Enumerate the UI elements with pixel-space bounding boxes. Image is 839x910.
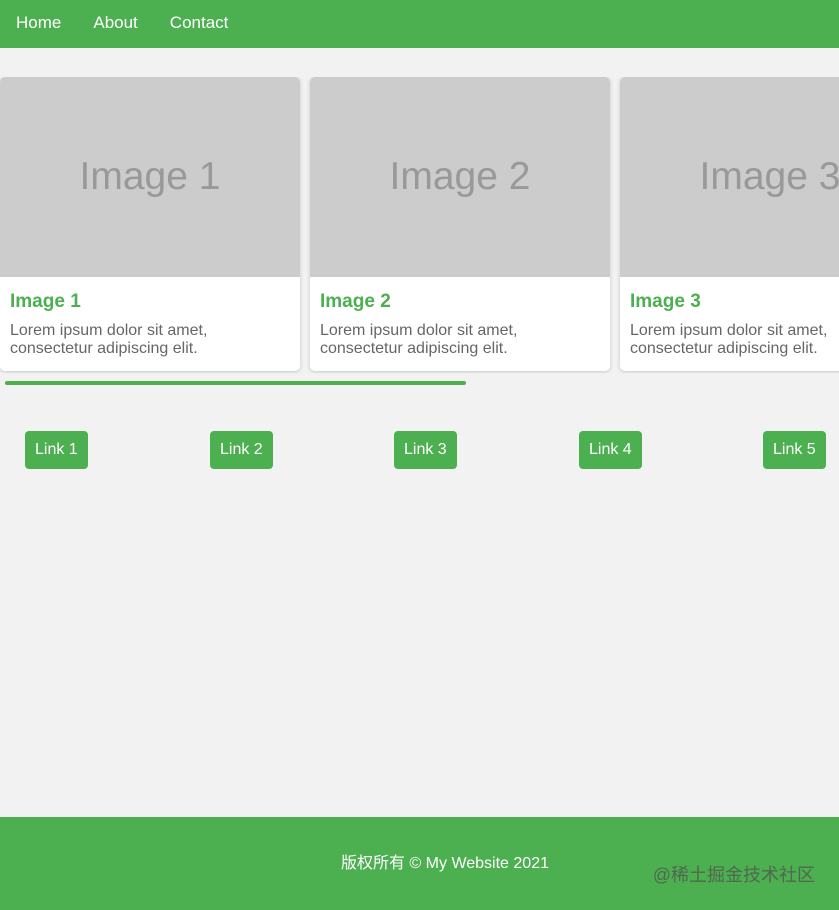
nav-link-about[interactable]: About — [93, 13, 137, 33]
card-image-label: Image 1 — [79, 155, 221, 198]
link-4-button[interactable]: Link 4 — [579, 431, 642, 469]
card-image-label: Image 2 — [389, 155, 531, 198]
card-body: Image 3 Lorem ipsum dolor sit amet, cons… — [620, 277, 839, 358]
top-navbar: Home About Contact — [0, 0, 839, 48]
carousel-track: Image 1 Image 1 Lorem ipsum dolor sit am… — [0, 77, 839, 371]
link-button-row: Link 1 Link 2 Link 3 Link 4 Link 5 — [0, 431, 839, 469]
card-title: Image 3 — [630, 291, 701, 312]
card-body: Image 1 Lorem ipsum dolor sit amet, cons… — [0, 277, 300, 358]
card-description: Lorem ipsum dolor sit amet, consectetur … — [320, 322, 518, 357]
image-carousel[interactable]: Image 1 Image 1 Lorem ipsum dolor sit am… — [0, 77, 839, 373]
carousel-card-2[interactable]: Image 2 Image 2 Lorem ipsum dolor sit am… — [310, 77, 610, 371]
card-title: Image 2 — [320, 291, 391, 312]
link-5-button[interactable]: Link 5 — [763, 431, 826, 469]
carousel-scrollbar[interactable] — [5, 381, 466, 385]
card-image-placeholder: Image 1 — [0, 77, 300, 277]
card-description: Lorem ipsum dolor sit amet, consectetur … — [630, 322, 828, 357]
nav-link-contact[interactable]: Contact — [170, 13, 229, 33]
link-1-button[interactable]: Link 1 — [25, 431, 88, 469]
card-image-placeholder: Image 3 — [620, 77, 839, 277]
card-body: Image 2 Lorem ipsum dolor sit amet, cons… — [310, 277, 610, 358]
link-2-button[interactable]: Link 2 — [210, 431, 273, 469]
link-3-button[interactable]: Link 3 — [394, 431, 457, 469]
carousel-card-3[interactable]: Image 3 Image 3 Lorem ipsum dolor sit am… — [620, 77, 839, 371]
page-footer: 版权所有 © My Website 2021 @稀土掘金技术社区 — [0, 817, 839, 910]
card-title: Image 1 — [10, 291, 81, 312]
carousel-card-1[interactable]: Image 1 Image 1 Lorem ipsum dolor sit am… — [0, 77, 300, 371]
page: Home About Contact Image 1 Image 1 Lorem… — [0, 0, 839, 910]
card-image-placeholder: Image 2 — [310, 77, 610, 277]
footer-watermark: @稀土掘金技术社区 — [652, 865, 815, 885]
nav-link-home[interactable]: Home — [16, 13, 61, 33]
card-description: Lorem ipsum dolor sit amet, consectetur … — [10, 322, 208, 357]
card-image-label: Image 3 — [699, 155, 839, 198]
